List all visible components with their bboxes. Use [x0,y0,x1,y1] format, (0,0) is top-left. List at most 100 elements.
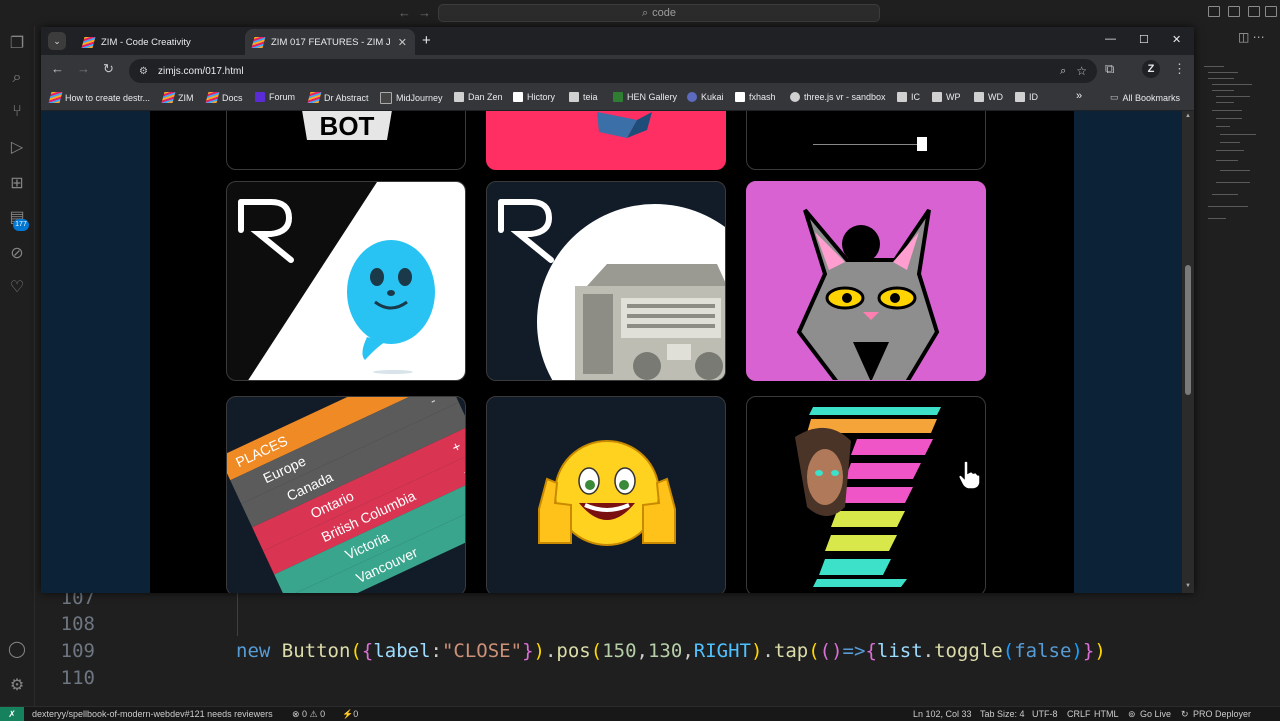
bookmark-item[interactable]: Dr Abstract [307,92,369,103]
customize-layout-icon[interactable] [1265,6,1277,17]
tab-strip: ⌄ ZIM - Code Creativity ✕ ZIM 017 FEATUR… [41,27,1194,55]
git-graph-icon[interactable]: ⊘ [7,244,27,264]
page-scrollbar[interactable]: ▲ ▼ [1182,111,1194,593]
cat-illustration [796,208,940,380]
bookmark-item[interactable]: Docs [205,92,243,103]
card-boombox[interactable] [486,181,726,381]
minimize-icon[interactable]: — [1105,33,1116,45]
code-line-button[interactable]: 109 new Button({label:"CLOSE"}).pos(150,1… [35,638,1135,665]
site-info-icon[interactable]: ⚙ [139,66,148,77]
explorer-icon[interactable]: ❐ [7,34,27,54]
address-bar[interactable]: ⚙ zimjs.com/017.html ⌕ ☆ [129,59,1097,83]
close-window-icon[interactable]: ✕ [1172,33,1181,46]
tab-zim-code-creativity[interactable]: ZIM - Code Creativity ✕ [75,29,271,55]
toggle-sidebar-icon[interactable] [1208,6,1220,17]
card-cat[interactable] [746,181,986,381]
bookmark-star-icon[interactable]: ☆ [1076,64,1087,78]
cursor-position[interactable]: Ln 102, Col 33 [913,708,972,720]
card-zim-z[interactable] [746,396,986,593]
bookmark-item[interactable]: Kukai [687,92,724,102]
toggle-secondary-sidebar-icon[interactable] [1248,6,1260,17]
slider-track[interactable] [813,144,923,145]
run-debug-icon[interactable]: ▷ [7,138,27,158]
code-token: new [236,640,271,662]
command-center-search[interactable]: ⌕ code [438,4,880,22]
slider-thumb[interactable] [917,137,927,151]
search-icon[interactable]: ⌕ [7,68,27,88]
all-bookmarks-button[interactable]: ▭ All Bookmarks [1110,92,1180,103]
forward-arrow-icon[interactable]: → [418,5,431,20]
bookmark-item[interactable]: ID [1015,92,1038,102]
card-list[interactable]: PLACES Europe Canada Ontario British Col… [226,396,466,593]
more-bookmarks-chevron-icon[interactable]: » [1076,90,1082,102]
bookmark-item[interactable]: WP [932,92,961,102]
midjourney-icon [380,92,392,104]
bookmark-item[interactable]: Forum [255,92,295,102]
bookmark-item[interactable]: HEN Gallery [613,92,677,102]
bookmark-item[interactable]: MidJourney [380,92,443,104]
card-blob-character[interactable] [226,181,466,381]
code-line[interactable]: 110 [35,665,1135,692]
back-arrow-icon[interactable]: ← [398,5,411,20]
page-icon [897,92,907,102]
language-mode[interactable]: HTML [1094,708,1119,720]
zim-favicon-icon [205,92,220,103]
favorites-heart-icon[interactable]: ♡ [7,278,27,298]
manage-gear-icon[interactable]: ⚙ [7,676,27,696]
line-number: 110 [60,667,95,689]
pro-deployer[interactable]: PRO Deployer [1193,708,1251,720]
bookmark-item[interactable]: How to create destr... [48,92,150,103]
blob-character-illustration [238,182,465,380]
forward-icon[interactable]: → [77,61,90,76]
zoom-icon[interactable]: ⌕ [1060,65,1066,78]
bookmark-item[interactable]: teia [569,92,598,102]
scrollbar-thumb[interactable] [1185,265,1191,395]
card-pink-3d[interactable] [486,111,726,170]
bookmark-item[interactable]: IC [897,92,920,102]
profile-avatar-icon[interactable]: Z [1142,60,1160,78]
bookmark-item[interactable]: WD [974,92,1003,102]
bookmark-item[interactable]: Hictory [513,92,555,102]
branch-status[interactable]: dexteryy/spellbook-of-modern-webdev#121 … [32,708,273,720]
card-slider[interactable] [746,111,986,170]
bookmark-item[interactable]: fxhash [735,92,776,102]
account-icon[interactable]: ◯ [7,640,27,660]
new-tab-plus-icon[interactable]: + [422,32,431,49]
line-number: 109 [60,640,95,662]
source-control-icon[interactable]: ⑂ [7,102,27,122]
activity-bar: ❐ ⌕ ⑂ ▷ ⊞ ▤ ⊘ ♡ ◯ ⚙ [0,26,35,706]
command-center-label: code [652,7,677,19]
card-bot[interactable]: BOT [226,111,466,170]
bookmark-item[interactable]: Dan Zen [454,92,503,102]
extensions-icon[interactable]: ⊞ [7,174,27,194]
extensions-puzzle-icon[interactable]: ⧉ [1105,61,1114,77]
code-line[interactable]: 108 [35,611,1135,638]
go-live-icon: ⊚ [1128,709,1136,719]
scroll-up-arrow-icon[interactable]: ▲ [1185,113,1191,119]
card-emoji[interactable] [486,396,726,593]
problems-status[interactable]: ⊗ 0 ⚠ 0 [292,708,325,720]
split-editor-icon[interactable]: ◫ ⋯ [1238,30,1265,44]
tab-title: ZIM 017 FEATURES - ZIM JavaScr [271,36,391,48]
close-tab-icon[interactable]: ✕ [398,36,407,49]
minimap[interactable] [1196,60,1266,240]
tab-zim-017-features[interactable]: ZIM 017 FEATURES - ZIM JavaScr ✕ [245,29,415,55]
ports-status[interactable]: ⚡0 [342,708,358,720]
toggle-panel-icon[interactable] [1228,6,1240,17]
page-viewport[interactable]: BOT PLACES Europe Canada Ontario British… [41,111,1182,593]
tab-search-icon[interactable]: ⌄ [48,32,66,50]
back-icon[interactable]: ← [51,61,64,76]
maximize-icon[interactable]: ☐ [1139,33,1149,46]
remote-indicator[interactable]: ✗ [0,707,24,721]
end-of-line[interactable]: CRLF [1067,708,1091,720]
bookmark-item[interactable]: ZIM [161,92,194,103]
reload-icon[interactable]: ↻ [103,61,114,77]
globe-icon [790,92,800,102]
go-live-button[interactable]: Go Live [1140,708,1171,720]
bookmark-item[interactable]: three.js vr - sandbox [790,92,886,102]
chrome-menu-icon[interactable]: ⋮ [1173,61,1186,77]
scroll-down-arrow-icon[interactable]: ▼ [1185,583,1191,589]
encoding[interactable]: UTF-8 [1032,708,1058,720]
boombox-illustration [498,199,725,380]
tab-size[interactable]: Tab Size: 4 [980,708,1025,720]
